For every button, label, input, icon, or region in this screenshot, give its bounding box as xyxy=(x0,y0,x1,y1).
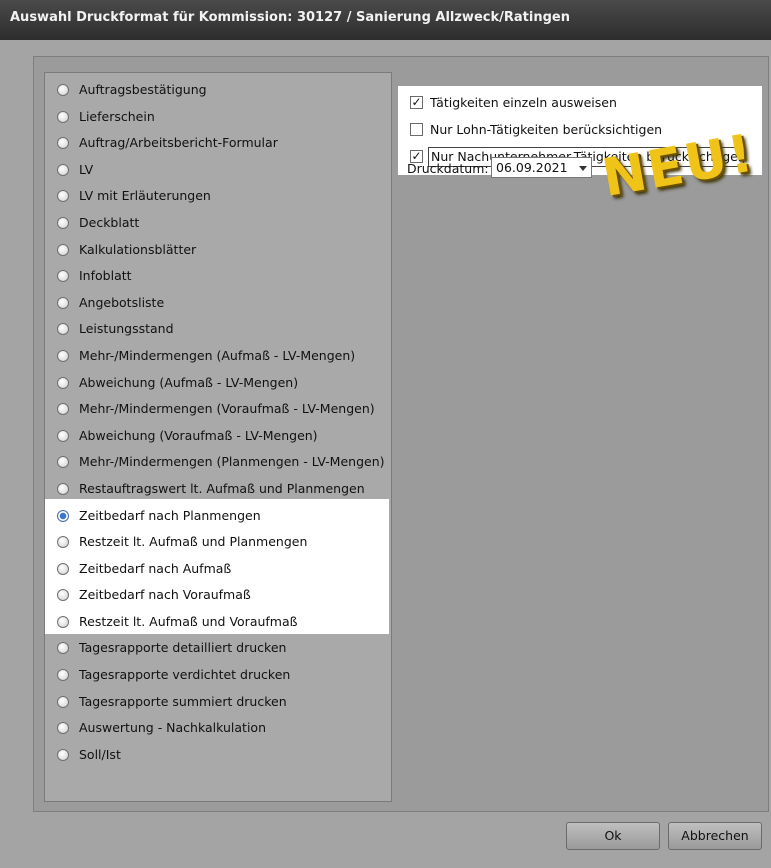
print-format-option[interactable]: Abweichung (Voraufmaß - LV-Mengen) xyxy=(45,423,391,450)
radio-button[interactable] xyxy=(57,482,69,495)
radio-button[interactable] xyxy=(57,110,69,123)
print-format-option[interactable]: Tagesrapporte summiert drucken xyxy=(45,689,391,716)
print-format-option[interactable]: LV mit Erläuterungen xyxy=(45,183,391,210)
checkbox[interactable] xyxy=(410,123,423,136)
radio-button[interactable] xyxy=(57,270,69,283)
print-format-option[interactable]: Zeitbedarf nach Aufmaß xyxy=(45,556,391,583)
print-format-label: Mehr-/Mindermengen (Voraufmaß - LV-Menge… xyxy=(79,401,375,417)
radio-button[interactable] xyxy=(57,642,69,655)
print-format-option[interactable]: Mehr-/Mindermengen (Aufmaß - LV-Mengen) xyxy=(45,343,391,370)
print-format-option[interactable]: Restzeit lt. Aufmaß und Voraufmaß xyxy=(45,609,391,636)
print-format-option[interactable]: Soll/Ist xyxy=(45,742,391,769)
radio-button[interactable] xyxy=(57,748,69,761)
print-format-option[interactable]: Restzeit lt. Aufmaß und Planmengen xyxy=(45,529,391,556)
radio-button[interactable] xyxy=(57,695,69,708)
checkbox[interactable]: ✓ xyxy=(410,96,423,109)
print-format-label: Tagesrapporte verdichtet drucken xyxy=(79,667,291,683)
print-format-option[interactable]: Infoblatt xyxy=(45,263,391,290)
print-format-option[interactable]: Kalkulationsblätter xyxy=(45,237,391,264)
dropdown-arrow-icon[interactable] xyxy=(579,166,587,171)
print-format-label: Angebotsliste xyxy=(79,294,165,310)
print-format-label: Kalkulationsblätter xyxy=(79,241,197,257)
radio-button[interactable] xyxy=(57,349,69,362)
print-date-picker[interactable]: 06.09.2021 xyxy=(491,157,592,178)
radio-button[interactable] xyxy=(57,429,69,442)
radio-button[interactable] xyxy=(57,296,69,309)
print-format-label: Deckblatt xyxy=(79,214,140,230)
print-format-label: Leistungsstand xyxy=(79,321,174,337)
print-format-label: Abweichung (Aufmaß - LV-Mengen) xyxy=(79,374,299,390)
radio-button[interactable] xyxy=(57,84,69,96)
print-format-label: Zeitbedarf nach Planmengen xyxy=(79,507,261,523)
print-format-list: Auftragsbestätigung Lieferschein Auftrag/A… xyxy=(44,72,392,802)
radio-button[interactable] xyxy=(57,562,69,575)
radio-button[interactable] xyxy=(57,137,69,150)
print-format-label: Tagesrapporte detailliert drucken xyxy=(79,640,287,656)
radio-button[interactable] xyxy=(57,163,69,176)
radio-button[interactable] xyxy=(57,376,69,389)
print-format-option[interactable]: Lieferschein xyxy=(45,104,391,131)
radio-button[interactable] xyxy=(57,722,69,735)
window-title: Auswahl Druckformat für Kommission: 3012… xyxy=(10,10,570,25)
print-format-label: Zeitbedarf nach Aufmaß xyxy=(79,560,232,576)
radio-button[interactable] xyxy=(57,669,69,682)
print-format-option[interactable]: Angebotsliste xyxy=(45,290,391,317)
print-format-option[interactable]: Mehr-/Mindermengen (Planmengen - LV-Meng… xyxy=(45,449,391,476)
print-format-label: Tagesrapporte summiert drucken xyxy=(79,693,287,709)
print-format-label: Mehr-/Mindermengen (Aufmaß - LV-Mengen) xyxy=(79,347,356,363)
print-format-label: Restzeit lt. Aufmaß und Planmengen xyxy=(79,534,308,550)
radio-button[interactable] xyxy=(57,456,69,469)
print-format-option[interactable]: Auswertung - Nachkalkulation xyxy=(45,715,391,742)
print-format-label: Auswertung - Nachkalkulation xyxy=(79,720,266,736)
ok-button[interactable]: Ok xyxy=(566,822,660,850)
print-date-value: 06.09.2021 xyxy=(496,160,568,175)
print-format-option[interactable]: Tagesrapporte detailliert drucken xyxy=(45,635,391,662)
print-format-option[interactable]: Deckblatt xyxy=(45,210,391,237)
radio-group: Auftragsbestätigung Lieferschein Auftrag/A… xyxy=(45,77,391,768)
radio-button[interactable] xyxy=(57,190,69,203)
cancel-button[interactable]: Abbrechen xyxy=(668,822,762,850)
print-format-option[interactable]: Auftrag/Arbeitsbericht-Formular xyxy=(45,130,391,157)
radio-button[interactable] xyxy=(57,403,69,416)
print-format-label: Abweichung (Voraufmaß - LV-Mengen) xyxy=(79,427,318,443)
radio-button[interactable] xyxy=(57,509,69,522)
print-format-label: Restzeit lt. Aufmaß und Voraufmaß xyxy=(79,613,298,629)
print-format-option[interactable]: Zeitbedarf nach Planmengen xyxy=(45,503,391,530)
radio-button[interactable] xyxy=(57,615,69,628)
radio-button[interactable] xyxy=(57,216,69,229)
print-format-label: Auftrag/Arbeitsbericht-Formular xyxy=(79,135,278,151)
radio-button[interactable] xyxy=(57,589,69,602)
radio-button[interactable] xyxy=(57,536,69,549)
print-format-label: Restauftragswert lt. Aufmaß und Planmeng… xyxy=(79,480,365,496)
print-format-option[interactable]: Tagesrapporte verdichtet drucken xyxy=(45,662,391,689)
print-date-label: Druckdatum: xyxy=(407,161,489,176)
print-format-option[interactable]: Leistungsstand xyxy=(45,316,391,343)
print-format-option[interactable]: Auftragsbestätigung xyxy=(45,77,391,104)
print-format-label: Mehr-/Mindermengen (Planmengen - LV-Meng… xyxy=(79,454,385,470)
print-format-label: Zeitbedarf nach Voraufmaß xyxy=(79,587,251,603)
radio-button[interactable] xyxy=(57,243,69,256)
print-format-option[interactable]: LV xyxy=(45,157,391,184)
print-format-option[interactable]: Restauftragswert lt. Aufmaß und Planmeng… xyxy=(45,476,391,503)
print-format-label: LV mit Erläuterungen xyxy=(79,188,211,204)
print-format-option[interactable]: Mehr-/Mindermengen (Voraufmaß - LV-Menge… xyxy=(45,396,391,423)
print-format-label: Auftragsbestätigung xyxy=(79,82,207,97)
print-format-option[interactable]: Zeitbedarf nach Voraufmaß xyxy=(45,582,391,609)
print-format-label: Lieferschein xyxy=(79,108,155,124)
print-format-label: Soll/Ist xyxy=(79,746,121,762)
print-format-label: LV xyxy=(79,161,94,177)
print-format-label: Infoblatt xyxy=(79,268,132,284)
radio-button[interactable] xyxy=(57,323,69,336)
print-format-option[interactable]: Abweichung (Aufmaß - LV-Mengen) xyxy=(45,370,391,397)
title-bar: Auswahl Druckformat für Kommission: 3012… xyxy=(0,0,771,41)
